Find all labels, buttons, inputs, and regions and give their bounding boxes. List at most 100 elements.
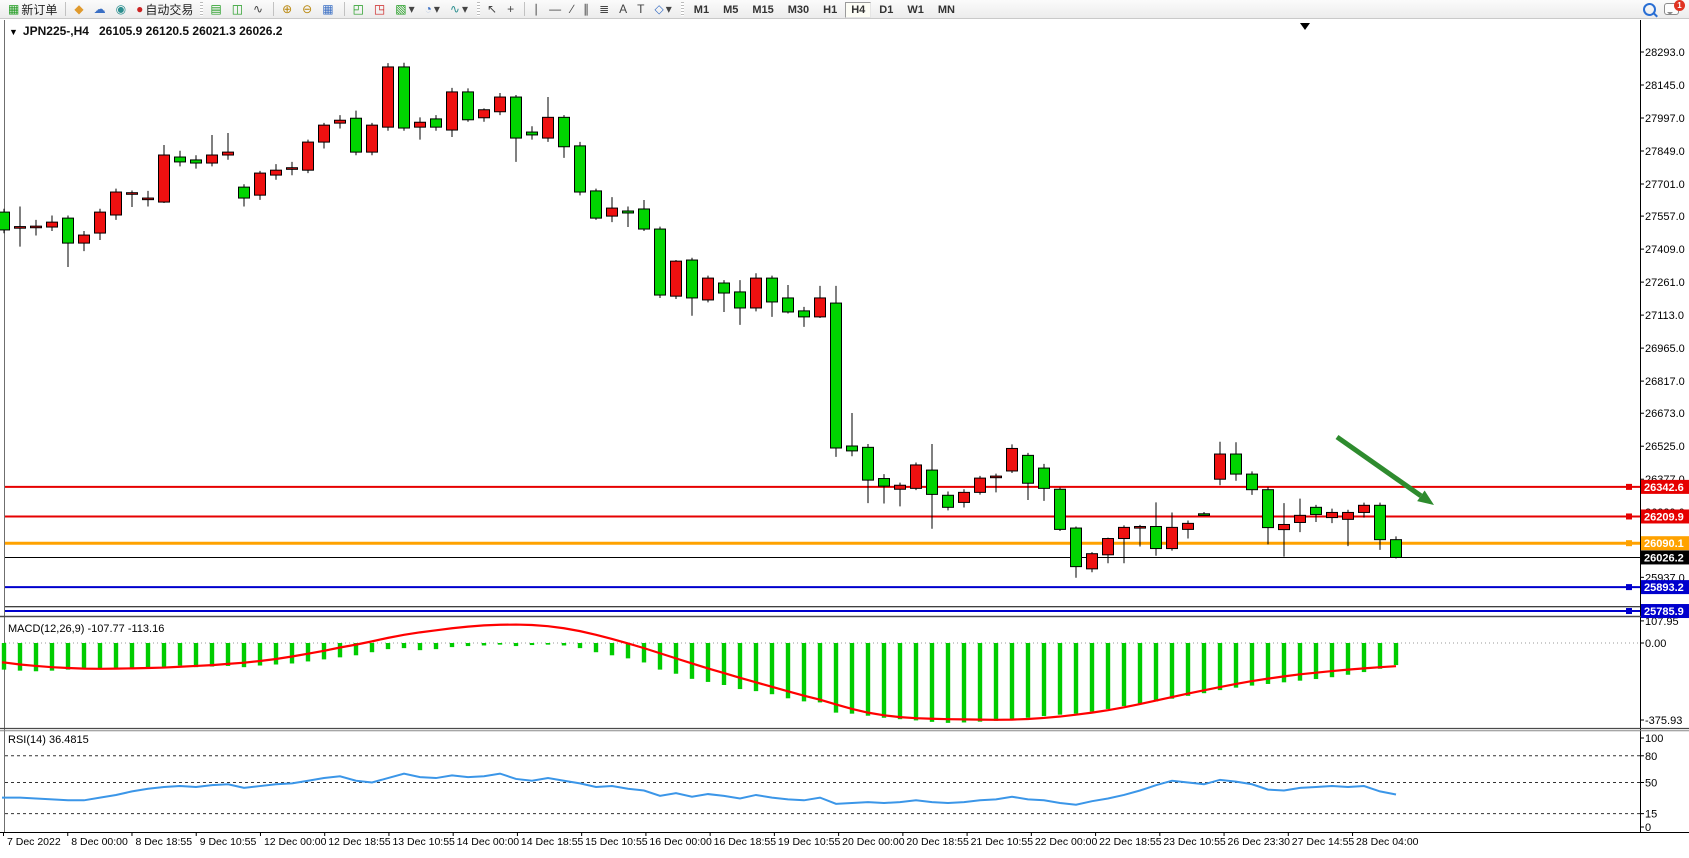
- marker-button[interactable]: ◆: [71, 1, 88, 18]
- line-handle[interactable]: [1626, 540, 1632, 546]
- timeframe-button-h1[interactable]: H1: [817, 2, 843, 18]
- line-handle[interactable]: [1626, 513, 1632, 519]
- cursor-tool-button[interactable]: ↖: [484, 1, 502, 18]
- candle-body: [623, 211, 634, 213]
- horizontal-line-tool-button[interactable]: ―: [546, 1, 566, 18]
- tile-windows-button[interactable]: ▦: [319, 1, 338, 18]
- channel-tool-button[interactable]: ∥: [580, 1, 594, 18]
- macd-histogram-bar: [1074, 643, 1078, 714]
- timeframe-button-m5[interactable]: M5: [717, 2, 744, 18]
- text-tool-icon: A: [619, 1, 627, 18]
- marker-icon: ◆: [74, 1, 83, 18]
- macd-histogram-bar: [386, 643, 390, 649]
- chart-background: [0, 19, 1689, 858]
- time-tick-label: 23 Dec 10:55: [1163, 836, 1226, 848]
- chat-icon[interactable]: 1: [1664, 3, 1679, 15]
- candle-body: [335, 120, 346, 123]
- trendline-tool-button[interactable]: ∕: [568, 1, 578, 18]
- bar-chart-icon: ▤: [210, 1, 221, 18]
- candlestick-chart-button[interactable]: ◫: [229, 1, 248, 18]
- auto-trading-button[interactable]: ● 自动交易: [133, 1, 196, 18]
- candle-body: [1359, 505, 1370, 512]
- candle-body: [319, 125, 330, 142]
- text-tool-button[interactable]: A: [616, 1, 632, 18]
- fibonacci-tool-button[interactable]: ≣: [596, 1, 614, 18]
- timeframe-button-m30[interactable]: M30: [782, 2, 815, 18]
- zoom-in-button[interactable]: ⊕: [279, 1, 297, 18]
- price-line-tag-label: 26342.6: [1644, 482, 1684, 494]
- crosshair-tool-button[interactable]: +: [504, 1, 519, 18]
- timeframe-button-mn[interactable]: MN: [932, 2, 961, 18]
- candle-body: [431, 119, 442, 127]
- line-chart-button[interactable]: ∿: [250, 1, 268, 18]
- macd-histogram-bar: [1394, 643, 1398, 665]
- candle-body: [1263, 490, 1274, 528]
- zoom-out-button[interactable]: ⊖: [299, 1, 317, 18]
- news-button[interactable]: ◉: [113, 1, 131, 18]
- line-handle[interactable]: [1626, 484, 1632, 490]
- candle-body: [607, 208, 618, 216]
- vertical-line-icon: ∣: [533, 1, 539, 18]
- candle-body: [511, 97, 522, 138]
- period-button[interactable]: ◔ ▾: [422, 1, 445, 18]
- candle-body: [207, 155, 218, 163]
- macd-histogram-bar: [546, 643, 550, 645]
- candle-body: [1135, 526, 1146, 528]
- timeframe-button-w1[interactable]: W1: [901, 2, 930, 18]
- dropdown-arrow-icon: ▾: [409, 1, 415, 18]
- crosshair-icon: +: [507, 1, 514, 18]
- candle-body: [527, 132, 538, 135]
- macd-histogram-bar: [994, 643, 998, 721]
- line-handle[interactable]: [1626, 584, 1632, 590]
- chart-ohlc-values: 26105.9 26120.5 26021.3 26026.2: [99, 24, 283, 38]
- macd-histogram-bar: [450, 643, 454, 647]
- timeframe-button-m15[interactable]: M15: [746, 2, 779, 18]
- time-tick-label: 22 Dec 18:55: [1099, 836, 1162, 848]
- bar-chart-button[interactable]: ▤: [207, 1, 226, 18]
- time-tick-label: 14 Dec 18:55: [521, 836, 584, 848]
- macd-histogram-bar: [1250, 643, 1254, 686]
- new-chart-button[interactable]: ▧ ▾: [392, 1, 419, 18]
- macd-histogram-bar: [818, 643, 822, 702]
- chart-area[interactable]: 28293.028145.027997.027849.027701.027557…: [0, 0, 1689, 858]
- price-tick-label: 27557.0: [1645, 211, 1685, 223]
- toolbar-grip: [477, 2, 480, 16]
- candle-body: [735, 292, 746, 308]
- candle-body: [383, 67, 394, 127]
- line-handle[interactable]: [1626, 608, 1632, 614]
- zoom-out-icon: ⊖: [302, 1, 312, 18]
- label-tool-button[interactable]: T: [634, 1, 649, 18]
- price-tick-label: 27701.0: [1645, 179, 1685, 191]
- macd-histogram-bar: [66, 643, 70, 670]
- timeframe-button-m1[interactable]: M1: [688, 2, 715, 18]
- candle-body: [863, 447, 874, 480]
- candle-body: [223, 152, 234, 155]
- candle-body: [1071, 528, 1082, 567]
- timeframe-button-h4[interactable]: H4: [845, 2, 871, 18]
- macd-histogram-bar: [498, 643, 502, 645]
- vertical-line-tool-button[interactable]: ∣: [530, 1, 544, 18]
- price-tick-label: 27113.0: [1645, 310, 1684, 322]
- macd-histogram-bar: [1090, 643, 1094, 712]
- macd-histogram-bar: [930, 643, 934, 722]
- cascade-charts-button[interactable]: ◳: [371, 1, 390, 18]
- channel-icon: ∥: [583, 1, 589, 18]
- macd-histogram-bar: [1378, 643, 1382, 669]
- macd-histogram-bar: [18, 643, 22, 671]
- arrange-charts-button[interactable]: ◰: [350, 1, 369, 18]
- candle-body: [767, 278, 778, 302]
- time-tick-label: 28 Dec 04:00: [1356, 836, 1419, 848]
- price-tick-label: 27409.0: [1645, 244, 1685, 256]
- new-order-button[interactable]: ▦ 新订单: [5, 1, 60, 18]
- candle-body: [543, 117, 554, 138]
- chart-dropdown-icon[interactable]: ▼: [9, 27, 18, 37]
- timeframe-button-d1[interactable]: D1: [873, 2, 899, 18]
- price-tick-label: 26965.0: [1645, 343, 1685, 355]
- shapes-tool-button[interactable]: ◇ ▾: [652, 1, 677, 18]
- community-button[interactable]: ☁: [91, 1, 111, 18]
- chart-title: ▼JPN225-,H426105.9 26120.5 26021.3 26026…: [9, 24, 288, 38]
- candle-body: [911, 465, 922, 488]
- search-icon[interactable]: [1643, 3, 1656, 16]
- candle-body: [303, 142, 314, 170]
- indicators-button[interactable]: ∿ ▾: [447, 1, 473, 18]
